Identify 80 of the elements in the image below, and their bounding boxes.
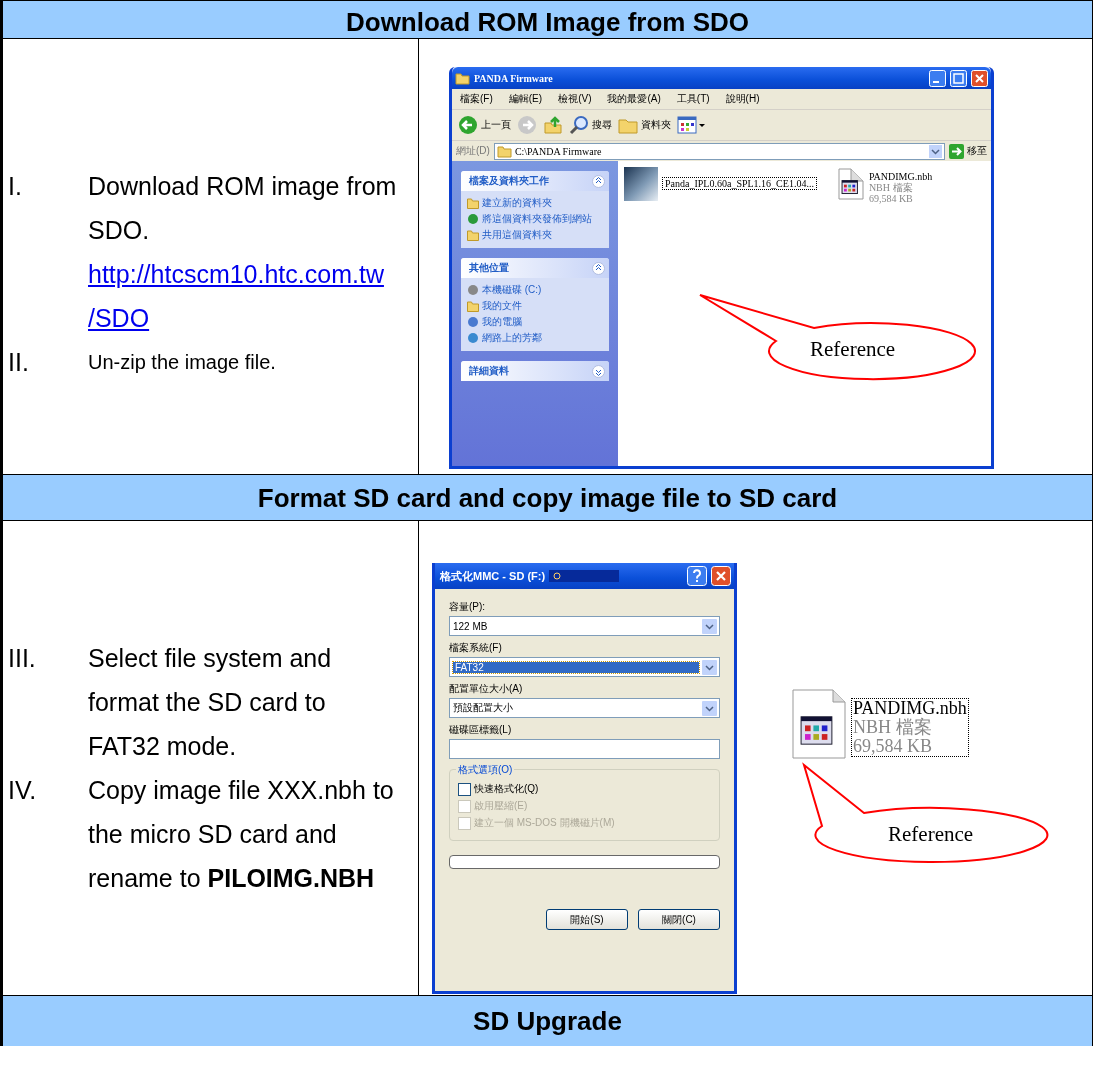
folder-icon bbox=[496, 144, 512, 158]
document-icon bbox=[791, 688, 847, 760]
panel-link[interactable]: 本機磁碟 (C:) bbox=[467, 283, 603, 297]
folder-up-icon[interactable] bbox=[543, 115, 563, 135]
panel-link[interactable]: 我的文件 bbox=[467, 299, 603, 313]
callout-text: Reference bbox=[810, 337, 896, 362]
minimize-icon[interactable] bbox=[929, 69, 946, 87]
search-icon bbox=[569, 115, 589, 135]
panel-link[interactable]: 我的電腦 bbox=[467, 315, 603, 329]
text-field[interactable] bbox=[449, 739, 720, 759]
maximize-icon[interactable] bbox=[950, 69, 967, 87]
file-type: NBH 檔案 bbox=[853, 718, 933, 737]
step-number: III. bbox=[7, 643, 37, 674]
link[interactable]: http://htcscm10.htc.com.tw bbox=[88, 251, 404, 296]
section-heading: Download ROM Image from SDO bbox=[3, 1, 1092, 39]
link[interactable]: /SDO bbox=[88, 295, 404, 340]
file-size: 69,584 KB bbox=[853, 737, 933, 756]
toolbar-button[interactable]: 資料夾 bbox=[618, 115, 671, 135]
menu-item[interactable]: 工具(T) bbox=[676, 92, 710, 106]
file-name: PANDIMG.nbh bbox=[853, 699, 967, 718]
field-label: 檔案系統(F) bbox=[449, 641, 503, 655]
expand-chevron-icon[interactable] bbox=[592, 364, 605, 378]
close-icon[interactable] bbox=[711, 566, 731, 586]
folder-icon bbox=[467, 229, 479, 241]
menu-item[interactable]: 檢視(V) bbox=[558, 92, 592, 106]
step-number: II. bbox=[7, 346, 30, 378]
step-number: I. bbox=[7, 170, 23, 202]
menu-item[interactable]: 說明(H) bbox=[725, 92, 760, 106]
dropdown[interactable]: 122 MB bbox=[449, 616, 720, 636]
callout-text: Reference bbox=[888, 822, 974, 847]
field-label: 磁碟區標籤(L) bbox=[449, 723, 513, 737]
panel-link[interactable]: 共用這個資料夾 bbox=[467, 228, 603, 242]
collapse-chevron-icon[interactable] bbox=[592, 174, 605, 188]
file-name[interactable]: Panda_IPL0.60a_SPL1.16_CE1.04... bbox=[662, 177, 817, 190]
view-grid-icon[interactable] bbox=[677, 116, 705, 134]
panel-link[interactable]: 網路上的芳鄰 bbox=[467, 331, 603, 345]
group-title: 格式選項(O) bbox=[456, 763, 515, 777]
toolbar-button[interactable]: 搜尋 bbox=[569, 115, 612, 135]
dialog-title: 格式化MMC - SD (F:) bbox=[440, 568, 546, 584]
dialog-button[interactable]: 開始(S) bbox=[546, 909, 628, 930]
go-button[interactable]: 移至 bbox=[949, 143, 987, 159]
file-name[interactable]: PANDIMG.nbh bbox=[868, 171, 933, 182]
close-icon[interactable] bbox=[971, 69, 988, 87]
window-title: PANDA Firmware bbox=[474, 72, 554, 84]
address-label: 網址(D) bbox=[456, 144, 490, 158]
panel-link[interactable]: 建立新的資料夾 bbox=[467, 196, 603, 210]
field-label: 配置單位大小(A) bbox=[449, 682, 524, 696]
folder-icon bbox=[455, 71, 470, 85]
panel-header[interactable]: 檔案及資料夾工作 bbox=[461, 171, 609, 191]
file-type: NBH 檔案 bbox=[868, 182, 914, 193]
checkbox-option[interactable]: 快速格式化(Q) bbox=[458, 782, 711, 796]
toolbar-button[interactable]: 上一頁 bbox=[458, 115, 511, 135]
address-field[interactable]: C:\PANDA Firmware bbox=[493, 142, 945, 160]
menu-item[interactable]: 編輯(E) bbox=[508, 92, 543, 106]
help-icon[interactable] bbox=[687, 566, 707, 586]
step-text: Download ROM image from SDO. bbox=[88, 170, 398, 246]
menu-item[interactable]: 我的最愛(A) bbox=[607, 92, 661, 106]
panel-link[interactable]: 將這個資料夾發佈到網站 bbox=[467, 212, 603, 226]
panel-header[interactable]: 詳細資料 bbox=[461, 361, 609, 381]
step-text: Un-zip the image file. bbox=[88, 349, 277, 375]
step-number: IV. bbox=[7, 775, 38, 806]
collapse-chevron-icon[interactable] bbox=[592, 261, 605, 275]
folder-icon bbox=[467, 300, 479, 312]
section-heading: Format SD card and copy image file to SD card bbox=[3, 475, 1092, 521]
arrow-icon bbox=[949, 143, 964, 159]
dropdown[interactable]: 預設配置大小 bbox=[449, 698, 720, 718]
image-thumbnail[interactable] bbox=[624, 167, 658, 201]
field-label: 容量(P): bbox=[449, 600, 487, 614]
step-text: Copy image file XXX.nbh to the micro SD card and rename to PILOIMG.NBH bbox=[88, 775, 395, 894]
dropdown[interactable]: FAT32 bbox=[449, 657, 720, 677]
folder-icon bbox=[467, 197, 479, 209]
document-icon bbox=[836, 167, 865, 201]
section-heading: SD Upgrade bbox=[3, 996, 1092, 1046]
file-size: 69,584 KB bbox=[868, 193, 914, 204]
animation-strip-icon bbox=[549, 570, 620, 582]
menu-item[interactable]: 檔案(F) bbox=[460, 92, 493, 106]
dialog-button[interactable]: 關閉(C) bbox=[638, 909, 720, 930]
step-text: Select file system and format the SD card to FAT32 mode. bbox=[88, 643, 333, 762]
panel-header[interactable]: 其他位置 bbox=[461, 258, 609, 278]
file-label[interactable]: PANDIMG.nbh NBH 檔案 69,584 KB bbox=[851, 698, 969, 757]
